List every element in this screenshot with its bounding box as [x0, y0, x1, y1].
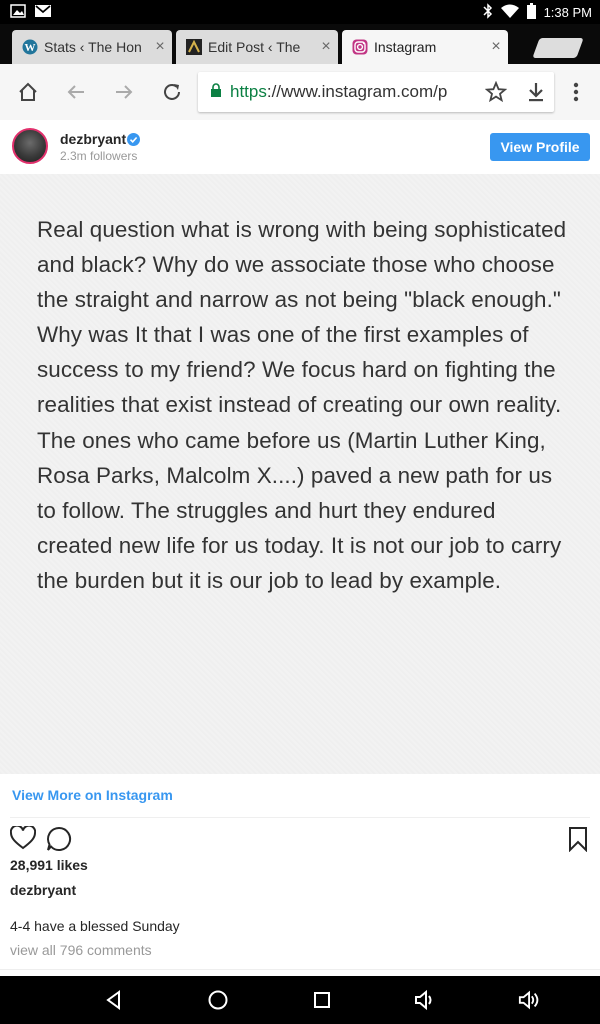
back-triangle-icon[interactable] — [102, 988, 126, 1012]
post-header: dezbryant 2.3m followers View Profile — [0, 120, 600, 174]
caption-username[interactable]: dezbryant — [10, 882, 76, 898]
home-icon[interactable] — [14, 78, 42, 106]
gmail-icon — [34, 4, 52, 23]
post-image-text: Real question what is wrong with being s… — [37, 217, 567, 593]
tab-title: Edit Post ‹ The — [208, 39, 301, 55]
reload-icon[interactable] — [158, 78, 186, 106]
like-count: 28,991 likes — [10, 857, 88, 873]
volume-up-icon[interactable] — [518, 988, 542, 1012]
view-profile-button[interactable]: View Profile — [490, 133, 590, 161]
tab-strip: W Stats ‹ The Hon × Edit Post ‹ The × In… — [0, 24, 600, 64]
svg-text:W: W — [25, 42, 36, 54]
url-path: ://www.instagram.com/p — [266, 82, 448, 101]
image-icon — [10, 4, 26, 23]
status-time: 1:38 PM — [543, 5, 592, 20]
close-icon[interactable]: × — [148, 38, 172, 56]
site-icon — [186, 39, 202, 55]
download-icon[interactable] — [526, 81, 546, 108]
wifi-icon — [500, 4, 519, 21]
comment-icon[interactable] — [46, 826, 72, 857]
post-image[interactable]: Real question what is wrong with being s… — [0, 174, 600, 774]
view-comments-link[interactable]: view all 796 comments — [10, 942, 152, 958]
wordpress-icon: W — [22, 39, 38, 55]
status-bar: 1:38 PM — [0, 0, 600, 24]
url-scheme: https — [230, 82, 267, 101]
divider — [0, 969, 600, 970]
battery-icon — [526, 3, 536, 22]
forward-icon[interactable] — [110, 78, 138, 106]
bookmark-icon[interactable] — [568, 826, 588, 857]
divider — [10, 817, 590, 818]
lock-icon — [210, 82, 222, 102]
tab-instagram[interactable]: Instagram × — [342, 30, 508, 64]
username[interactable]: dezbryant — [60, 131, 126, 147]
back-icon[interactable] — [62, 78, 90, 106]
bluetooth-icon — [483, 3, 493, 22]
follower-count: 2.3m followers — [60, 149, 138, 163]
view-more-link[interactable]: View More on Instagram — [12, 787, 173, 803]
verified-badge-icon — [127, 133, 140, 146]
close-icon[interactable]: × — [314, 38, 338, 56]
menu-icon[interactable] — [562, 78, 590, 106]
instagram-icon — [352, 39, 368, 55]
tab-edit-post[interactable]: Edit Post ‹ The × — [176, 30, 338, 64]
avatar[interactable] — [12, 128, 48, 164]
browser-toolbar: https://www.instagram.com/p — [0, 64, 600, 121]
tab-stats[interactable]: W Stats ‹ The Hon × — [12, 30, 172, 64]
close-icon[interactable]: × — [484, 38, 508, 56]
new-tab-button[interactable] — [532, 38, 584, 58]
home-circle-icon[interactable] — [206, 988, 230, 1012]
recents-square-icon[interactable] — [310, 988, 334, 1012]
post-actions — [0, 824, 600, 854]
tab-title: Instagram — [374, 39, 437, 55]
url-text[interactable]: https://www.instagram.com/p — [230, 82, 462, 102]
star-icon[interactable] — [484, 80, 508, 108]
caption-text: 4-4 have a blessed Sunday — [10, 918, 180, 934]
address-bar[interactable]: https://www.instagram.com/p — [198, 72, 554, 112]
tab-title: Stats ‹ The Hon — [44, 39, 142, 55]
volume-down-icon[interactable] — [414, 988, 438, 1012]
navigation-bar — [0, 976, 600, 1024]
heart-icon[interactable] — [9, 824, 37, 855]
